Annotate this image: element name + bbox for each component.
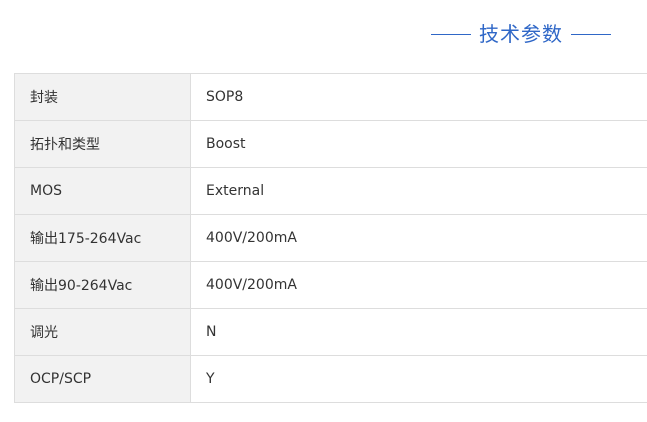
section-title: 技术参数 [431, 18, 611, 50]
spec-label: OCP/SCP [14, 355, 191, 403]
spec-label: 输出175-264Vac [14, 214, 191, 262]
spec-value: 400V/200mA [190, 261, 647, 309]
table-row: OCP/SCP Y [14, 355, 647, 403]
table-row: 拓扑和类型 Boost [14, 120, 647, 168]
table-row: MOS External [14, 167, 647, 215]
table-row: 输出175-264Vac 400V/200mA [14, 214, 647, 262]
page: 技术参数 封装 SOP8 拓扑和类型 Boost MOS External 输出… [0, 0, 647, 422]
spec-label: 拓扑和类型 [14, 120, 191, 168]
spec-value: 400V/200mA [190, 214, 647, 262]
spec-label: 输出90-264Vac [14, 261, 191, 309]
spec-value: N [190, 308, 647, 356]
spec-value: External [190, 167, 647, 215]
spec-label: 封装 [14, 73, 191, 121]
spec-table: 封装 SOP8 拓扑和类型 Boost MOS External 输出175-2… [14, 73, 647, 403]
table-row: 封装 SOP8 [14, 73, 647, 121]
table-row: 输出90-264Vac 400V/200mA [14, 261, 647, 309]
section-title-text: 技术参数 [479, 22, 563, 46]
table-row: 调光 N [14, 308, 647, 356]
spec-value: Y [190, 355, 647, 403]
title-right-rule [571, 33, 611, 35]
spec-label: MOS [14, 167, 191, 215]
title-left-rule [431, 33, 471, 35]
spec-value: Boost [190, 120, 647, 168]
spec-value: SOP8 [190, 73, 647, 121]
spec-label: 调光 [14, 308, 191, 356]
